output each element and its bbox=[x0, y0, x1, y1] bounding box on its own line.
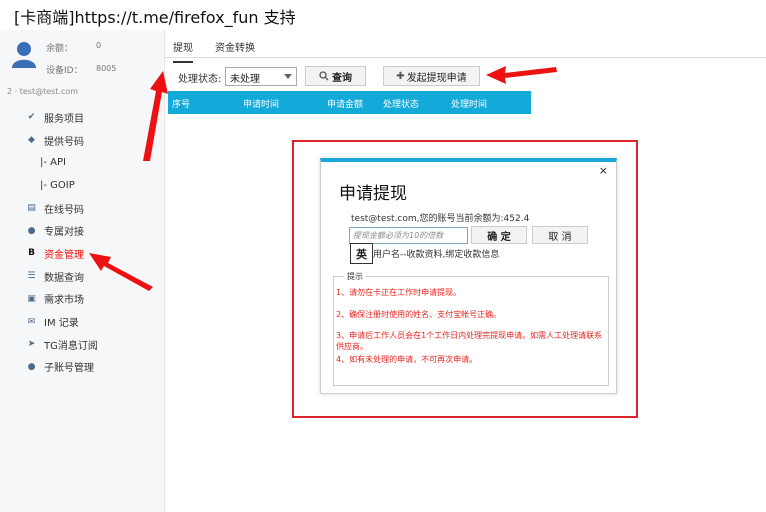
dialog-title: 申请提现 bbox=[339, 184, 407, 204]
tip-item: 3、申请后工作人员会在1个工作日内处理完提现申请。如需人工处理请联系供应商。 bbox=[336, 331, 603, 351]
sidebar-item-api[interactable]: |- API bbox=[0, 151, 165, 174]
sidebar-item-label: 专属对接 bbox=[44, 227, 84, 239]
sidebar-item-label: 服务项目 bbox=[44, 113, 84, 125]
cancel-button[interactable]: 取 消 bbox=[532, 226, 588, 244]
tab-withdraw[interactable]: 提现 bbox=[173, 39, 193, 63]
sidebar-item-market[interactable]: ▣ 需求市场 bbox=[0, 288, 165, 311]
account-balance-text: test@test.com,您的账号当前余额为:452.4 bbox=[351, 214, 530, 224]
sidebar-item-services[interactable]: ✔ 服务项目 bbox=[0, 106, 165, 129]
close-icon[interactable]: × bbox=[599, 164, 608, 177]
status-select-value: 未处理 bbox=[230, 74, 260, 85]
status-filter-label: 处理状态: bbox=[178, 74, 222, 85]
annotation-arrow-apply bbox=[486, 66, 557, 84]
apply-withdraw-button[interactable]: ✚ 发起提现申请 bbox=[383, 66, 480, 86]
ime-indicator: 英 bbox=[350, 243, 373, 264]
withdraw-dialog: × 申请提现 test@test.com,您的账号当前余额为:452.4 提现金… bbox=[320, 158, 617, 394]
sidebar-item-label: 在线号码 bbox=[44, 204, 84, 216]
sidebar-item-label: 子账号管理 bbox=[44, 363, 94, 375]
tip-item: 1、请勿在卡正在工作时申请提现。 bbox=[336, 288, 462, 297]
amount-input[interactable]: 提现金额必须为10的倍数 bbox=[349, 227, 468, 244]
sidebar-menu: ✔ 服务项目 ◆ 提供号码 |- API |- GOIP ▤ 在线号码 ● 专属对接 B… bbox=[0, 106, 165, 378]
confirm-button[interactable]: 确 定 bbox=[471, 226, 527, 244]
users-icon: ● bbox=[27, 361, 36, 372]
sidebar-item-label: 提供号码 bbox=[44, 136, 84, 148]
tab-fund-transfer[interactable]: 资金转换 bbox=[215, 39, 255, 54]
sidebar-item-label: 资金管理 bbox=[44, 249, 84, 261]
globe-icon: ● bbox=[27, 225, 36, 236]
sidebar-item-label: |- API bbox=[40, 157, 66, 169]
tip-item: 2、确保注册时使用的姓名、支付宝帐号正确。 bbox=[336, 310, 502, 319]
tag-icon: ✔ bbox=[27, 112, 36, 123]
plus-icon: ✚ bbox=[396, 70, 405, 82]
query-button-label: 查询 bbox=[332, 72, 352, 84]
sidebar-item-im-records[interactable]: ✉ IM 记录 bbox=[0, 310, 165, 333]
search-icon bbox=[319, 71, 329, 81]
sidebar-item-label: 数据查询 bbox=[44, 272, 84, 284]
tip-item: 4、如有未处理的申请，不可再次申请。 bbox=[336, 355, 478, 364]
balance-value: 0 bbox=[96, 41, 102, 50]
sidebar-item-tg-subscribe[interactable]: ➤ TG消息订阅 bbox=[0, 333, 165, 356]
sidebar-item-goip[interactable]: |- GOIP bbox=[0, 174, 165, 197]
tips-label: 提示 bbox=[344, 271, 366, 282]
list-icon: ▤ bbox=[27, 203, 36, 214]
status-select[interactable]: 未处理 bbox=[225, 67, 297, 86]
table-header: 序号 申请时间 申请金额 处理状态 处理时间 bbox=[168, 91, 531, 114]
window-title: [卡商端]https://t.me/firefox_fun 支持 bbox=[14, 8, 296, 27]
bind-account-link[interactable]: 用户名--收款资料,绑定收款信息 bbox=[373, 247, 499, 260]
diamond-icon: ◆ bbox=[28, 135, 35, 146]
sidebar-item-online-numbers[interactable]: ▤ 在线号码 bbox=[0, 197, 165, 220]
user-account: 2 · test@test.com bbox=[7, 87, 79, 96]
apply-withdraw-label: 发起提现申请 bbox=[406, 72, 467, 84]
avatar-icon bbox=[12, 42, 36, 68]
sidebar-item-label: |- GOIP bbox=[40, 179, 75, 191]
sidebar-item-data-query[interactable]: ☰ 数据查询 bbox=[0, 265, 165, 288]
device-id-label: 设备ID： bbox=[46, 66, 83, 76]
query-button[interactable]: 查询 bbox=[305, 66, 366, 86]
sidebar-item-funds[interactable]: B 资金管理 bbox=[0, 242, 165, 265]
sidebar-item-label: TG消息订阅 bbox=[44, 340, 98, 352]
sidebar: 余额： 0 设备ID： 8005 2 · test@test.com ✔ 服务项目… bbox=[0, 30, 165, 512]
telegram-icon: ➤ bbox=[27, 339, 36, 350]
sidebar-item-provide-numbers[interactable]: ◆ 提供号码 bbox=[0, 129, 165, 152]
doc-icon: ▣ bbox=[27, 293, 36, 304]
device-id-value: 8005 bbox=[96, 64, 117, 73]
sidebar-item-subaccounts[interactable]: ● 子账号管理 bbox=[0, 356, 165, 379]
balance-label: 余额： bbox=[46, 44, 74, 54]
sidebar-item-label: 需求市场 bbox=[44, 295, 84, 307]
bold-b-icon: B bbox=[28, 248, 35, 259]
column-header: 处理状态 bbox=[383, 100, 420, 110]
tips-box: 提示 1、请勿在卡正在工作时申请提现。 2、确保注册时使用的姓名、支付宝帐号正确… bbox=[333, 271, 609, 386]
tab-bar: 提现 资金转换 bbox=[165, 33, 766, 63]
chevron-down-icon bbox=[284, 74, 292, 79]
sidebar-item-dedicated[interactable]: ● 专属对接 bbox=[0, 219, 165, 242]
column-header: 申请金额 bbox=[327, 100, 364, 110]
column-header: 序号 bbox=[172, 100, 191, 110]
sidebar-item-label: IM 记录 bbox=[44, 318, 79, 330]
column-header: 处理时间 bbox=[451, 100, 488, 110]
column-header: 申请时间 bbox=[243, 100, 280, 110]
mail-icon: ✉ bbox=[27, 316, 36, 327]
list-icon: ☰ bbox=[27, 271, 36, 282]
